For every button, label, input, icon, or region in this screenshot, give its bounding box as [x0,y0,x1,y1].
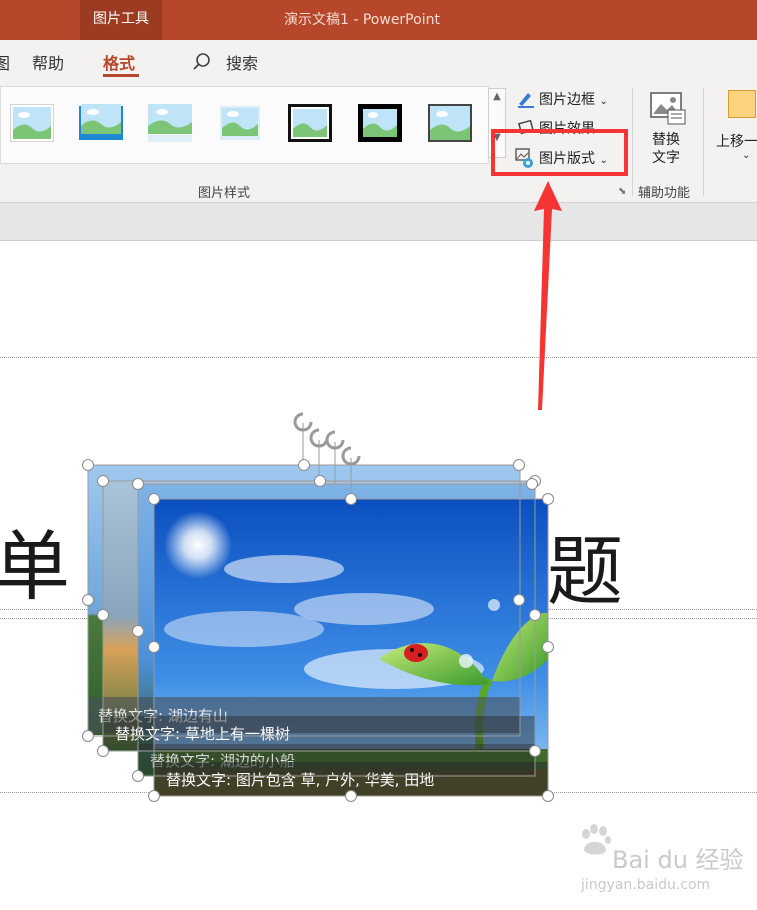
resize-handle[interactable] [542,641,554,653]
resize-handle[interactable] [82,459,94,471]
watermark-brand: Bai du 经验 [612,846,744,874]
resize-handle[interactable] [132,478,144,490]
resize-handle[interactable] [314,475,326,487]
resize-handle[interactable] [82,594,94,606]
resize-handle[interactable] [542,790,554,802]
resize-handle[interactable] [97,745,109,757]
resize-handle[interactable] [513,459,525,471]
resize-handle[interactable] [132,625,144,637]
resize-handle[interactable] [526,478,538,490]
resize-handle[interactable] [82,730,94,742]
red-arrow [534,181,562,410]
resize-handle[interactable] [148,641,160,653]
resize-handle[interactable] [529,609,541,621]
watermark-url: jingyan.baidu.com [581,877,711,893]
resize-handle[interactable] [542,493,554,505]
resize-handle[interactable] [298,459,310,471]
resize-handle[interactable] [132,770,144,782]
resize-handle[interactable] [513,594,525,606]
resize-handle[interactable] [345,790,357,802]
resize-handle[interactable] [97,475,109,487]
resize-handle[interactable] [148,493,160,505]
resize-handle[interactable] [529,745,541,757]
resize-handle[interactable] [345,493,357,505]
baidu-paw-logo [578,824,612,860]
resize-handle[interactable] [97,609,109,621]
resize-handle[interactable] [148,790,160,802]
selection-overlay [87,423,549,797]
